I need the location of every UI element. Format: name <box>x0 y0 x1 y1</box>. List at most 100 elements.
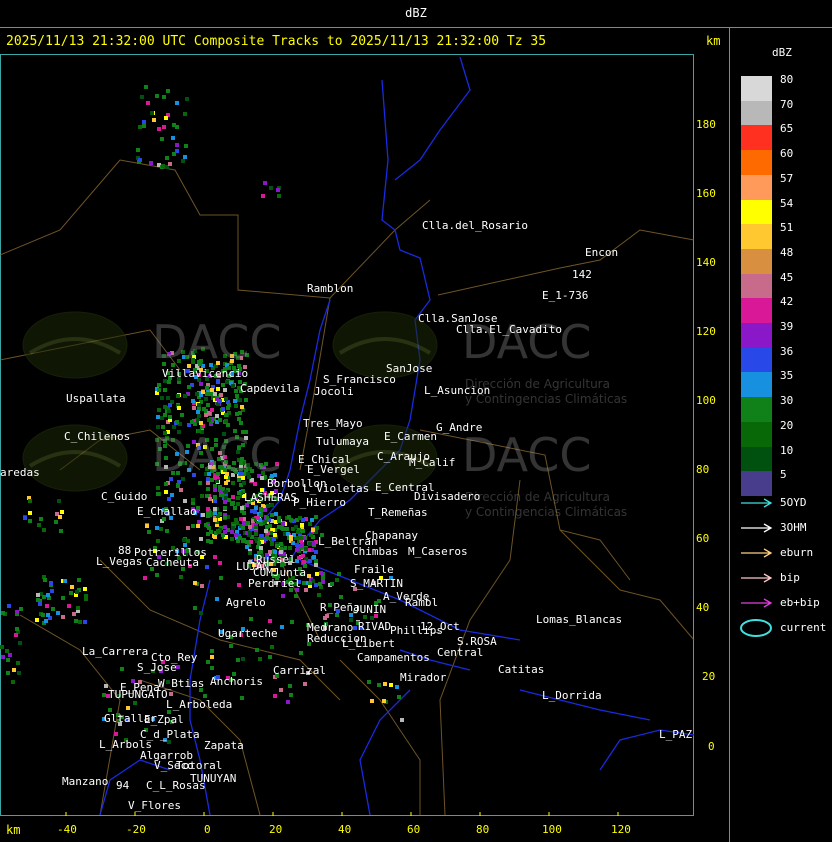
echo-cell <box>265 525 269 529</box>
echo-cell <box>144 85 148 89</box>
echo-cell <box>219 576 223 580</box>
echo-cell <box>206 487 210 491</box>
echo-cell <box>231 384 235 388</box>
echo-cell <box>236 539 240 543</box>
echo-cell <box>193 606 197 610</box>
watermark-line1: Dirección de Agricultura <box>465 490 610 504</box>
echo-cell <box>314 550 318 554</box>
colorbar-label: 80 <box>780 73 794 86</box>
echo-cell <box>249 540 253 544</box>
echo-cell <box>224 419 228 423</box>
echo-cell <box>204 523 208 527</box>
echo-cell <box>274 512 278 516</box>
echo-cell <box>206 507 210 511</box>
colorbar-label: 36 <box>780 344 794 358</box>
echo-cell <box>213 499 217 503</box>
echo-cell <box>268 655 272 659</box>
echo-cell <box>76 606 80 610</box>
town-label: L_Vegas <box>96 555 143 568</box>
echo-cell <box>19 607 23 611</box>
echo-cell <box>184 144 188 148</box>
echo-cell <box>205 565 209 569</box>
echo-cell <box>277 519 281 523</box>
colorbar-swatch <box>741 224 772 250</box>
echo-cell <box>370 699 374 703</box>
echo-cell <box>70 585 74 589</box>
echo-cell <box>50 589 54 593</box>
echo-cell <box>233 399 237 403</box>
echo-cell <box>1 611 5 615</box>
colorbar-swatch <box>741 421 772 447</box>
echo-cell <box>28 519 32 523</box>
echo-cell <box>291 541 295 545</box>
town-label: T_Remeñas <box>368 506 428 519</box>
echo-cell <box>78 620 82 624</box>
echo-cell <box>234 404 238 408</box>
echo-cell <box>142 120 146 124</box>
echo-cell <box>205 392 209 396</box>
town-label: Phillips <box>390 624 443 637</box>
town-label: Encon <box>585 246 619 259</box>
echo-cell <box>219 393 223 397</box>
echo-cell <box>230 537 234 541</box>
echo-cell <box>259 507 263 511</box>
x-tick-label: -40 <box>57 823 77 836</box>
echo-cell <box>164 490 168 494</box>
echo-cell <box>265 536 269 540</box>
echo-cell <box>1 655 5 659</box>
echo-cell <box>254 506 258 510</box>
echo-cell <box>187 385 191 389</box>
echo-cell <box>302 581 306 585</box>
echo-cell <box>16 661 20 665</box>
echo-cell <box>301 518 305 522</box>
colorbar-swatch <box>741 397 772 423</box>
current-marker-icon <box>740 619 772 637</box>
watermark-line2: y Contingencias Climáticas <box>465 505 628 519</box>
town-label: E_Vergel <box>307 463 360 476</box>
echo-cell <box>213 511 217 515</box>
echo-cell <box>199 611 203 615</box>
colorbar-swatch <box>741 125 772 151</box>
echo-cell <box>38 602 42 606</box>
echo-cell <box>256 516 260 520</box>
echo-cell <box>157 388 161 392</box>
echo-cell <box>330 582 334 586</box>
echo-cell <box>317 593 321 597</box>
echo-cell <box>152 118 156 122</box>
echo-cell <box>0 645 4 649</box>
echo-cell <box>236 496 240 500</box>
echo-cell <box>263 181 267 185</box>
echo-cell <box>231 526 235 530</box>
town-label: Zapata <box>204 739 244 752</box>
echo-cell <box>197 520 201 524</box>
echo-cell <box>281 594 285 598</box>
echo-cell <box>83 620 87 624</box>
track-legend-label: bip <box>780 571 800 584</box>
echo-cell <box>180 413 184 417</box>
colorbar-swatch <box>741 199 772 225</box>
echo-cell <box>169 692 173 696</box>
echo-cell <box>155 526 159 530</box>
echo-cell <box>286 700 290 704</box>
echo-cell <box>120 667 124 671</box>
echo-cell <box>238 398 242 402</box>
town-label: G_Andre <box>436 421 483 434</box>
echo-cell <box>236 658 240 662</box>
echo-cell <box>339 595 343 599</box>
echo-cell <box>290 620 294 624</box>
echo-cell <box>400 718 404 722</box>
echo-cell <box>288 546 292 550</box>
echo-cell <box>263 508 267 512</box>
echo-cell <box>186 539 190 543</box>
echo-cell <box>192 406 196 410</box>
colorbar-label: 48 <box>780 245 794 259</box>
y-tick-label: 20 <box>702 670 716 683</box>
echo-cell <box>191 399 195 403</box>
colorbar-swatch <box>741 273 772 299</box>
echo-cell <box>309 533 313 537</box>
echo-cell <box>225 380 229 384</box>
echo-cell <box>56 611 60 615</box>
echo-cell <box>218 561 222 565</box>
x-tick-label: 20 <box>269 823 283 836</box>
town-label: 142 <box>572 268 592 281</box>
